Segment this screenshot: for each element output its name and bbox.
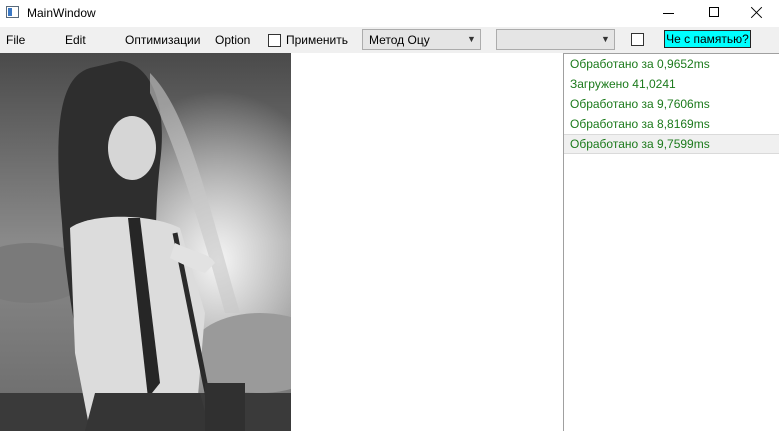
log-item[interactable]: Обработано за 8,8169ms bbox=[564, 114, 779, 134]
minimize-button[interactable] bbox=[647, 0, 693, 27]
chevron-down-icon: ▼ bbox=[467, 34, 476, 44]
log-item-selected[interactable]: Обработано за 9,7599ms bbox=[564, 134, 779, 154]
log-item[interactable]: Обработано за 9,7606ms bbox=[564, 94, 779, 114]
app-window-icon bbox=[6, 6, 19, 18]
window-title: MainWindow bbox=[27, 6, 96, 20]
secondary-combobox[interactable]: ▼ bbox=[496, 29, 615, 50]
menu-edit[interactable]: Edit bbox=[65, 33, 86, 47]
log-listbox[interactable]: Обработано за 0,9652ms Загружено 41,0241… bbox=[563, 53, 779, 431]
menu-optimizations[interactable]: Оптимизации bbox=[125, 33, 200, 47]
extra-checkbox[interactable] bbox=[631, 33, 644, 46]
method-combobox[interactable]: Метод Оцу ▼ bbox=[362, 29, 481, 50]
log-item[interactable]: Загружено 41,0241 bbox=[564, 74, 779, 94]
memory-check-button[interactable]: Че с памятью? bbox=[664, 30, 751, 48]
menu-file[interactable]: File bbox=[6, 33, 25, 47]
apply-checkbox[interactable] bbox=[268, 34, 281, 47]
grayscale-anime-girl-image bbox=[0, 53, 291, 431]
close-button[interactable] bbox=[733, 0, 779, 27]
method-combobox-value: Метод Оцу bbox=[369, 33, 430, 47]
chevron-down-icon: ▼ bbox=[601, 34, 610, 44]
apply-checkbox-label: Применить bbox=[286, 33, 349, 47]
title-bar: MainWindow bbox=[0, 0, 779, 27]
menu-option[interactable]: Option bbox=[215, 33, 250, 47]
log-item[interactable]: Обработано за 0,9652ms bbox=[564, 54, 779, 74]
loaded-image bbox=[0, 53, 291, 431]
